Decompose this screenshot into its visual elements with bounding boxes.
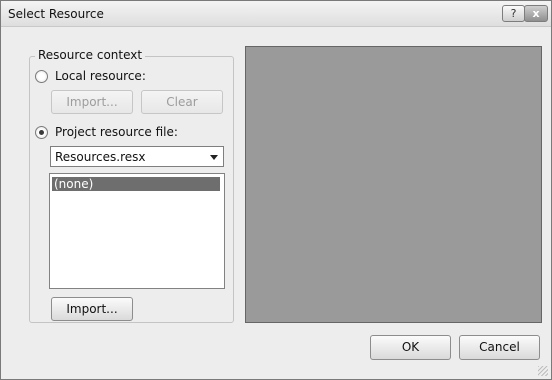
import-button[interactable]: Import... — [51, 297, 133, 321]
resource-file-dropdown[interactable]: Resources.resx — [50, 146, 224, 167]
title-bar: Select Resource ? x — [1, 1, 551, 27]
select-resource-dialog: Select Resource ? x Resource context Loc… — [0, 0, 552, 380]
local-import-button[interactable]: Import... — [51, 90, 133, 114]
clear-button[interactable]: Clear — [141, 90, 223, 114]
close-icon: x — [532, 7, 540, 20]
chevron-down-icon — [210, 155, 218, 160]
cancel-button[interactable]: Cancel — [459, 335, 540, 360]
project-resource-radio[interactable] — [35, 125, 48, 139]
resize-grip-icon[interactable] — [538, 366, 548, 376]
ok-button[interactable]: OK — [370, 335, 451, 360]
import-label: Import... — [66, 302, 118, 316]
project-resource-label: Project resource file: — [55, 125, 178, 139]
resource-context-label: Resource context — [35, 48, 146, 62]
local-import-label: Import... — [66, 95, 118, 109]
close-button[interactable]: x — [524, 5, 548, 22]
help-button[interactable]: ? — [502, 5, 525, 22]
help-icon: ? — [510, 7, 517, 20]
cancel-label: Cancel — [479, 340, 520, 354]
local-resource-label: Local resource: — [55, 69, 146, 83]
dialog-title: Select Resource — [8, 7, 104, 21]
clear-label: Clear — [166, 95, 198, 109]
resource-file-value: Resources.resx — [55, 150, 146, 164]
resource-preview-area — [245, 46, 542, 323]
local-resource-radio[interactable] — [35, 69, 48, 83]
project-resource-option[interactable]: Project resource file: — [35, 125, 178, 139]
ok-label: OK — [401, 340, 420, 354]
local-resource-option[interactable]: Local resource: — [35, 69, 146, 83]
resource-list[interactable]: (none) — [49, 173, 225, 289]
list-item[interactable]: (none) — [52, 177, 220, 191]
